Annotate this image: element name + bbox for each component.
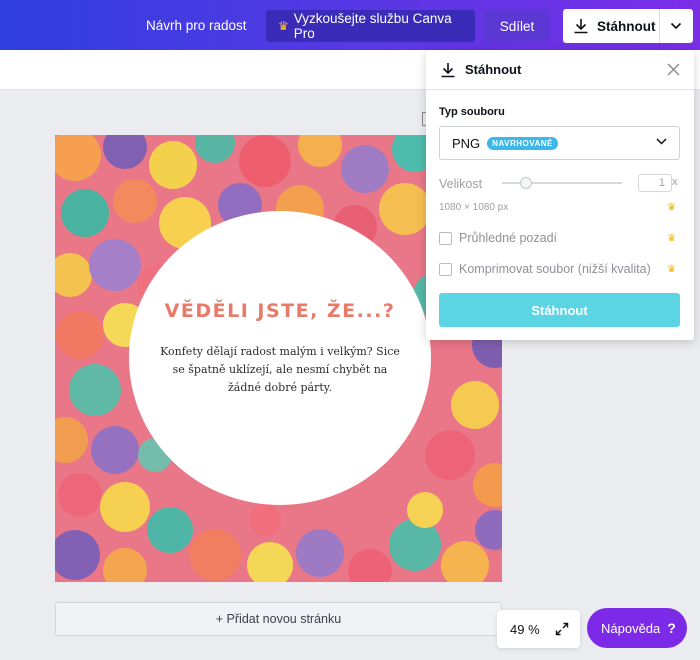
dimensions-text: 1080 × 1080 px bbox=[439, 202, 509, 213]
crown-icon: ♛ bbox=[278, 19, 289, 33]
design-body-text[interactable]: Konfety dělají radost malým i velkým? Si… bbox=[160, 343, 400, 397]
size-suffix: x bbox=[672, 176, 678, 188]
fullscreen-icon[interactable] bbox=[555, 622, 569, 636]
help-label: Nápověda bbox=[601, 620, 661, 636]
download-panel-header: Stáhnout bbox=[426, 50, 694, 90]
download-button-label: Stáhnout bbox=[597, 18, 656, 34]
compress-file-label[interactable]: Komprimovat soubor (nižší kvalita) bbox=[459, 262, 651, 276]
share-button[interactable]: Sdílet bbox=[484, 10, 550, 42]
crown-icon: ♛ bbox=[667, 233, 676, 244]
size-input[interactable]: 1 bbox=[638, 174, 672, 192]
try-canva-pro-button[interactable]: ♛ Vyzkoušejte službu Canva Pro bbox=[266, 10, 475, 42]
transparent-background-checkbox[interactable] bbox=[439, 232, 452, 245]
add-new-page-button[interactable]: + Přidat novou stránku bbox=[55, 602, 502, 636]
download-button[interactable]: Stáhnout bbox=[563, 9, 693, 43]
design-title[interactable]: Návrh pro radost bbox=[146, 0, 247, 50]
transparent-background-label[interactable]: Průhledné pozadí bbox=[459, 231, 557, 245]
download-panel-title: Stáhnout bbox=[465, 62, 522, 77]
chevron-down-icon bbox=[656, 138, 667, 145]
file-type-label: Typ souboru bbox=[439, 106, 505, 118]
compress-file-checkbox[interactable] bbox=[439, 263, 452, 276]
download-panel: Stáhnout Typ souboru PNG NAVRHOVANÉ Veli… bbox=[426, 50, 694, 340]
try-canva-pro-label: Vyzkoušejte službu Canva Pro bbox=[293, 11, 452, 41]
recommended-badge: NAVRHOVANÉ bbox=[487, 136, 558, 150]
download-icon bbox=[440, 62, 456, 78]
crown-icon: ♛ bbox=[667, 264, 676, 275]
download-submit-button[interactable]: Stáhnout bbox=[439, 293, 680, 327]
crown-icon: ♛ bbox=[667, 202, 676, 213]
file-type-select[interactable]: PNG NAVRHOVANÉ bbox=[439, 126, 680, 160]
design-heading[interactable]: VĚDĚLI JSTE, ŽE...? bbox=[125, 300, 435, 322]
chevron-down-icon[interactable] bbox=[659, 9, 693, 43]
download-icon bbox=[565, 18, 597, 34]
zoom-control[interactable]: 49 % bbox=[497, 610, 580, 648]
zoom-value[interactable]: 49 % bbox=[510, 622, 540, 637]
top-bar: Návrh pro radost ♛ Vyzkoušejte službu Ca… bbox=[0, 0, 700, 50]
size-label: Velikost bbox=[439, 177, 483, 191]
size-slider-handle[interactable] bbox=[520, 177, 532, 189]
file-type-value: PNG bbox=[452, 135, 481, 151]
close-icon[interactable] bbox=[667, 63, 680, 76]
question-icon: ? bbox=[667, 620, 676, 636]
help-button[interactable]: Nápověda ? bbox=[587, 608, 687, 648]
